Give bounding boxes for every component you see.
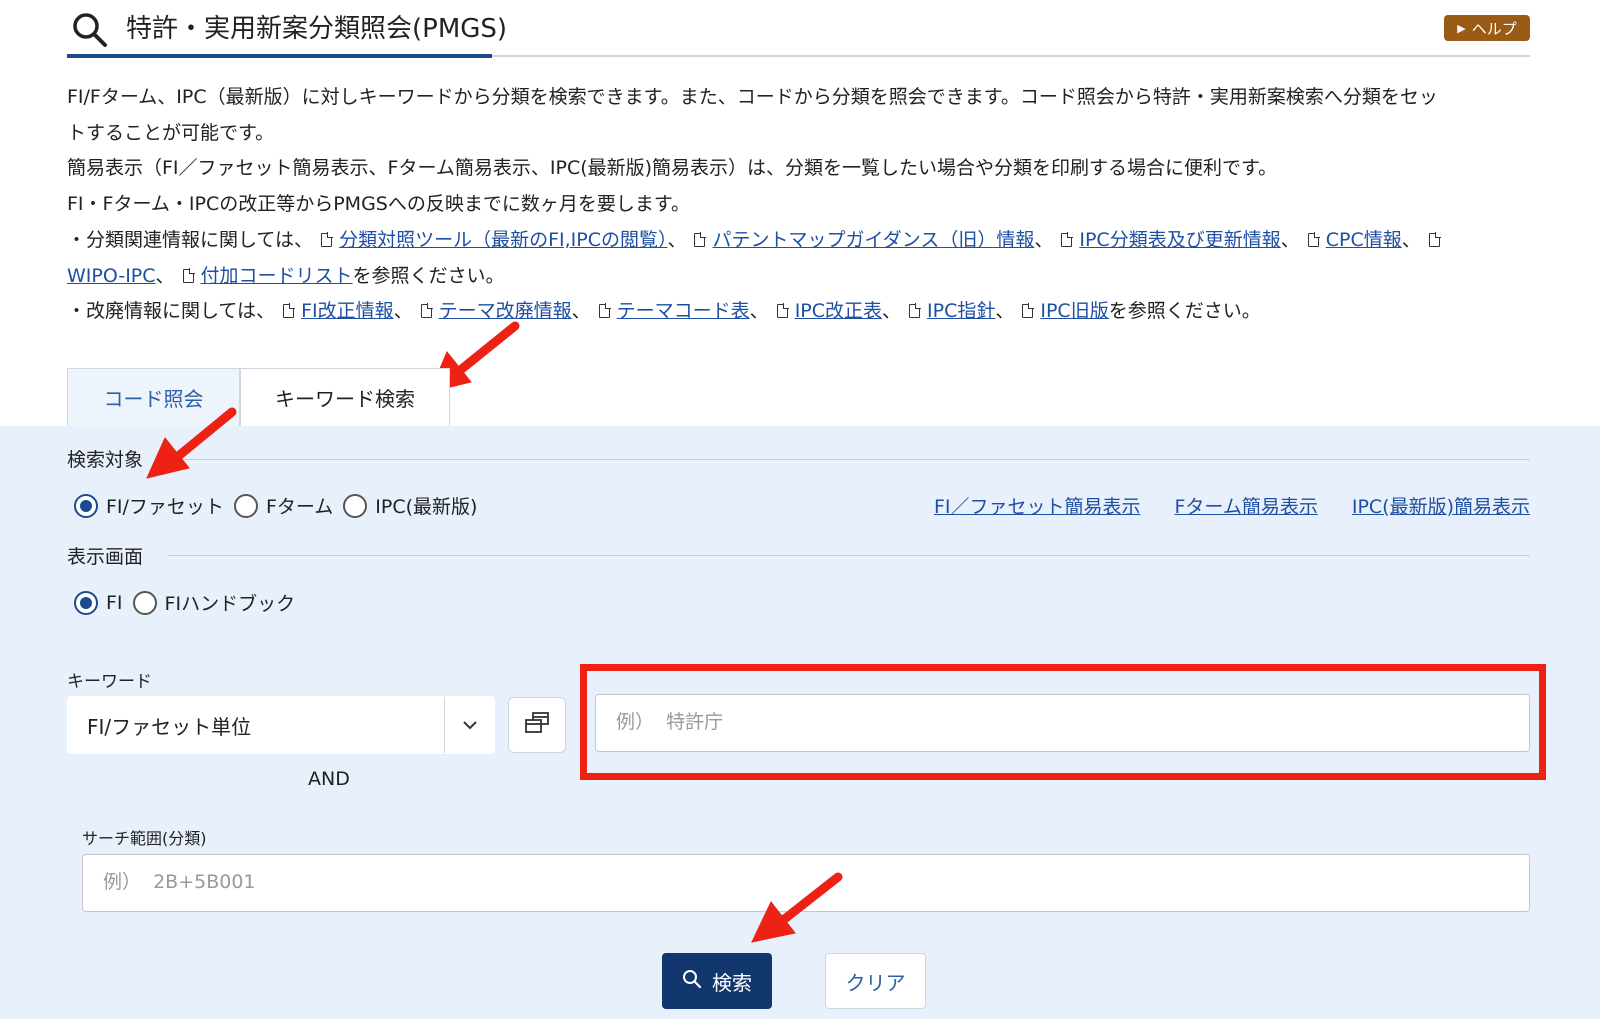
description-line: FI/Fターム、IPC（最新版）に対しキーワードから分類を検索できます。また、コ…: [67, 86, 1438, 108]
description-line: 簡易表示（FI／ファセット簡易表示、Fターム簡易表示、IPC(最新版)簡易表示）…: [67, 157, 1278, 179]
select-value: FI/ファセット単位: [87, 714, 252, 739]
search-target-label: 検索対象: [67, 449, 144, 471]
link-ipc-simple[interactable]: IPC(最新版)簡易表示: [1352, 492, 1530, 519]
link-fi-revision[interactable]: FI改正情報: [301, 300, 394, 322]
link-ipc-old-version[interactable]: IPC旧版: [1040, 300, 1108, 322]
related-prefix: ・分類関連情報に関しては、: [67, 229, 314, 251]
abolished-suffix: を参照ください。: [1108, 300, 1261, 322]
document-icon: [1307, 232, 1320, 247]
separator: 、: [882, 300, 902, 322]
keyword-label: キーワード: [67, 672, 152, 692]
document-icon: [321, 232, 334, 247]
radio-label: FI: [106, 591, 123, 614]
radio-icon: [343, 493, 368, 518]
link-additional-code-list[interactable]: 付加コードリスト: [201, 265, 353, 287]
search-button-label: 検索: [712, 970, 752, 995]
document-icon: [420, 303, 433, 318]
related-info-line-2: WIPO-IPC、 付加コードリストを参照ください。: [67, 258, 1537, 294]
radio-icon: [132, 590, 157, 615]
description-line: トすることが可能です。: [67, 122, 275, 144]
radio-icon: [233, 493, 258, 518]
search-icon: [70, 10, 110, 50]
search-target-radios: FI/ファセット Fターム IPC(最新版): [74, 492, 477, 519]
help-button[interactable]: ▶ ヘルプ: [1444, 15, 1530, 41]
link-theme-revision[interactable]: テーマ改廃情報: [439, 300, 572, 322]
radio-label: Fターム: [265, 496, 334, 518]
document-icon: [598, 303, 611, 318]
link-ipc-guideline[interactable]: IPC指針: [927, 300, 995, 322]
keyword-unit-select[interactable]: FI/ファセット単位: [67, 696, 495, 754]
play-icon: ▶: [1457, 21, 1466, 35]
radio-label: FIハンドブック: [164, 593, 296, 615]
link-wipo-ipc[interactable]: WIPO-IPC: [67, 265, 156, 287]
radio-label: IPC(最新版): [375, 496, 478, 518]
related-suffix: を参照ください。: [352, 265, 505, 287]
title-underline-accent: [67, 54, 492, 58]
separator: 、: [393, 300, 413, 322]
link-patent-map-guidance[interactable]: パテントマップガイダンス（旧）情報: [712, 229, 1034, 251]
description-line: FI・Fターム・IPCの改正等からPMGSへの反映までに数ヶ月を要します。: [67, 193, 690, 215]
link-f-term-simple[interactable]: Fターム簡易表示: [1174, 492, 1317, 519]
document-icon: [182, 268, 195, 283]
separator: 、: [1401, 229, 1421, 251]
document-icon: [1061, 232, 1074, 247]
clear-button[interactable]: クリア: [825, 953, 926, 1009]
abolished-info-line: ・改廃情報に関しては、 FI改正情報、 テーマ改廃情報、 テーマコード表、 IPC改正表…: [67, 293, 1537, 329]
document-icon: [283, 303, 296, 318]
tab-code-lookup[interactable]: コード照会: [67, 368, 240, 426]
radio-fi[interactable]: FI: [74, 590, 123, 615]
document-icon: [1428, 232, 1441, 247]
separator: 、: [1034, 229, 1054, 251]
link-ipc-table[interactable]: IPC分類表及び更新情報: [1079, 229, 1280, 251]
radio-ipc-latest[interactable]: IPC(最新版): [343, 492, 477, 519]
radio-f-term[interactable]: Fターム: [233, 492, 334, 519]
link-classification-tool[interactable]: 分類対照ツール（最新のFI,IPCの閲覧）: [339, 229, 667, 251]
separator: 、: [995, 300, 1015, 322]
search-range-input[interactable]: [82, 854, 1530, 912]
display-screen-radios: FI FIハンドブック: [74, 589, 295, 616]
tab-keyword-search[interactable]: キーワード検索: [240, 368, 450, 426]
document-icon: [909, 303, 922, 318]
radio-selected-icon: [74, 493, 98, 518]
simple-display-links: FI／ファセット簡易表示 Fターム簡易表示 IPC(最新版)簡易表示: [934, 492, 1530, 519]
document-icon: [694, 232, 707, 247]
link-ipc-revision[interactable]: IPC改正表: [795, 300, 882, 322]
separator: 、: [1280, 229, 1300, 251]
radio-selected-icon: [74, 590, 98, 615]
search-icon: [682, 969, 702, 994]
search-button[interactable]: 検索: [662, 953, 772, 1009]
copy-window-icon: [524, 711, 550, 739]
and-label: AND: [308, 768, 350, 790]
radio-fi-facet[interactable]: FI/ファセット: [74, 492, 224, 519]
link-fi-facet-simple[interactable]: FI／ファセット簡易表示: [934, 492, 1141, 519]
document-icon: [1022, 303, 1035, 318]
divider: [157, 459, 1530, 460]
radio-fi-handbook[interactable]: FIハンドブック: [132, 589, 296, 616]
help-label: ヘルプ: [1471, 19, 1517, 38]
divider: [167, 555, 1530, 556]
related-info-line: ・分類関連情報に関しては、 分類対照ツール（最新のFI,IPCの閲覧）、 パテントマ…: [67, 222, 1537, 258]
separator: 、: [667, 229, 687, 251]
separator: 、: [571, 300, 591, 322]
link-theme-code-table[interactable]: テーマコード表: [617, 300, 750, 322]
separator: 、: [155, 265, 175, 287]
radio-label: FI/ファセット: [106, 496, 224, 518]
display-screen-label: 表示画面: [67, 546, 144, 568]
separator: 、: [749, 300, 769, 322]
page-title: 特許・実用新案分類照会(PMGS): [126, 14, 508, 44]
abolished-prefix: ・改廃情報に関しては、: [67, 300, 276, 322]
search-range-label: サーチ範囲(分類): [82, 829, 207, 848]
chevron-down-icon: [445, 720, 495, 730]
keyword-input[interactable]: [595, 694, 1530, 752]
document-icon: [776, 303, 789, 318]
link-cpc-info[interactable]: CPC情報: [1326, 229, 1402, 251]
copy-window-button[interactable]: [508, 697, 566, 753]
